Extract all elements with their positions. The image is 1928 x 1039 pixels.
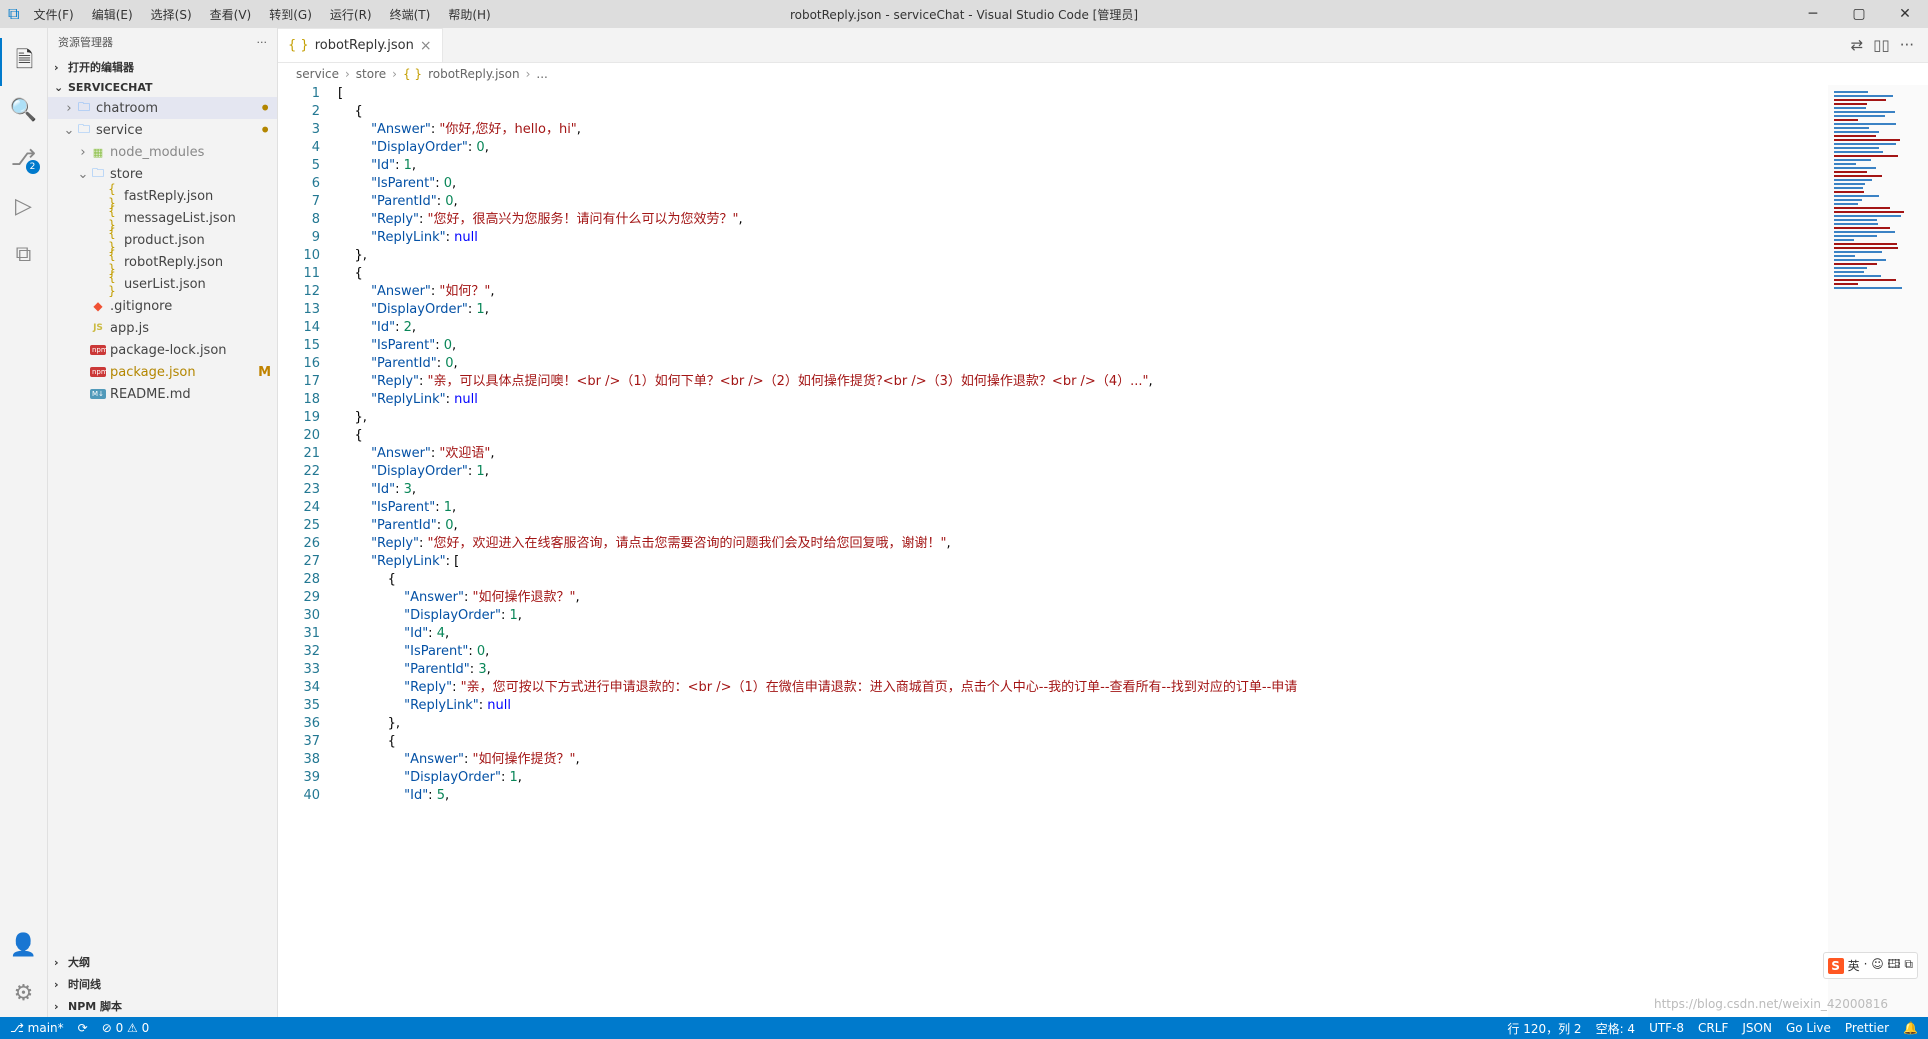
breadcrumb-service[interactable]: service: [296, 67, 339, 81]
modified-flag: M: [258, 365, 271, 380]
npm-scripts-section[interactable]: ›NPM 脚本: [48, 995, 277, 1017]
json-file-icon: { }: [403, 67, 422, 81]
encoding-status[interactable]: UTF-8: [1649, 1021, 1684, 1035]
eol-status[interactable]: CRLF: [1698, 1021, 1728, 1035]
menu-bar: 文件(F)编辑(E)选择(S)查看(V)转到(G)运行(R)终端(T)帮助(H): [25, 3, 498, 26]
minimap[interactable]: [1828, 85, 1928, 1017]
menu-item[interactable]: 文件(F): [25, 3, 81, 26]
file-package[interactable]: npmpackage.jsonM: [48, 361, 277, 383]
timeline-section[interactable]: ›时间线: [48, 973, 277, 995]
cursor-position[interactable]: 行 120，列 2: [1507, 1020, 1581, 1037]
modified-dot-icon: •: [259, 125, 271, 135]
json-file-icon: { }: [288, 38, 309, 53]
file-fastreply[interactable]: { }fastReply.json: [48, 185, 277, 207]
menu-item[interactable]: 转到(G): [261, 3, 320, 26]
file-tree: ›🗀chatroom• ⌄🗀service• ›▦node_modules ⌄🗀…: [48, 97, 277, 951]
tab-label: robotReply.json: [315, 38, 414, 53]
sync-status[interactable]: ⟳: [78, 1021, 88, 1035]
folder-node-modules[interactable]: ›▦node_modules: [48, 141, 277, 163]
vscode-logo-icon: ⧉: [8, 4, 19, 24]
tab-close-icon[interactable]: ×: [420, 38, 432, 54]
tab-robotreply[interactable]: { } robotReply.json ×: [278, 28, 443, 62]
language-status[interactable]: JSON: [1742, 1021, 1772, 1035]
folder-chatroom[interactable]: ›🗀chatroom•: [48, 97, 277, 119]
explorer-icon[interactable]: 🗎: [0, 38, 48, 86]
titlebar: ⧉ 文件(F)编辑(E)选择(S)查看(V)转到(G)运行(R)终端(T)帮助(…: [0, 0, 1928, 28]
ime-indicator[interactable]: S 英 · ☺ 🖽 ⧉: [1823, 952, 1918, 979]
close-button[interactable]: ✕: [1882, 0, 1928, 28]
file-appjs[interactable]: JSapp.js: [48, 317, 277, 339]
menu-item[interactable]: 查看(V): [202, 3, 260, 26]
menu-item[interactable]: 选择(S): [143, 3, 200, 26]
folder-service[interactable]: ⌄🗀service•: [48, 119, 277, 141]
accounts-icon[interactable]: 👤: [0, 921, 48, 969]
settings-gear-icon[interactable]: ⚙: [0, 969, 48, 1017]
split-editor-icon[interactable]: ▯▯: [1873, 36, 1890, 54]
editor-group: { } robotReply.json × ⇄ ▯▯ ··· service› …: [278, 28, 1928, 1017]
window-title: robotReply.json - serviceChat - Visual S…: [790, 6, 1138, 23]
notifications-icon[interactable]: 🔔: [1903, 1021, 1918, 1035]
activity-bar: 🗎 🔍 ⎇2 ▷ ⧉ 👤 ⚙: [0, 28, 48, 1017]
ime-logo-icon: S: [1828, 958, 1844, 974]
code-editor[interactable]: 1234567891011121314151617181920212223242…: [278, 85, 1928, 1017]
window-controls: ─ ▢ ✕: [1790, 0, 1928, 28]
ime-extras: · ☺ 🖽 ⧉: [1864, 955, 1913, 976]
status-bar: ⎇ main* ⟳ ⊘ 0 ⚠ 0 行 120，列 2 空格: 4 UTF-8 …: [0, 1017, 1928, 1039]
file-product[interactable]: { }product.json: [48, 229, 277, 251]
minimize-button[interactable]: ─: [1790, 0, 1836, 28]
problems-status[interactable]: ⊘ 0 ⚠ 0: [102, 1021, 150, 1035]
sidebar: 资源管理器 ··· ›打开的编辑器 ⌄SERVICECHAT ›🗀chatroo…: [48, 28, 278, 1017]
line-gutter: 1234567891011121314151617181920212223242…: [278, 85, 338, 1017]
menu-item[interactable]: 终端(T): [382, 3, 439, 26]
scm-badge: 2: [26, 160, 40, 174]
file-gitignore[interactable]: ◆.gitignore: [48, 295, 277, 317]
sidebar-header: 资源管理器 ···: [48, 28, 277, 56]
sidebar-title: 资源管理器: [58, 34, 113, 50]
source-control-icon[interactable]: ⎇2: [0, 134, 48, 182]
menu-item[interactable]: 帮助(H): [440, 3, 498, 26]
extensions-icon[interactable]: ⧉: [0, 230, 48, 278]
file-robotreply[interactable]: { }robotReply.json: [48, 251, 277, 273]
project-section[interactable]: ⌄SERVICECHAT: [48, 78, 277, 97]
file-messagelist[interactable]: { }messageList.json: [48, 207, 277, 229]
folder-store[interactable]: ⌄🗀store: [48, 163, 277, 185]
maximize-button[interactable]: ▢: [1836, 0, 1882, 28]
run-debug-icon[interactable]: ▷: [0, 182, 48, 230]
outline-section[interactable]: ›大纲: [48, 951, 277, 973]
open-editors-section[interactable]: ›打开的编辑器: [48, 56, 277, 78]
golive-status[interactable]: Go Live: [1786, 1021, 1831, 1035]
tab-actions: ⇄ ▯▯ ···: [1851, 28, 1928, 62]
ime-lang: 英: [1848, 957, 1860, 974]
modified-dot-icon: •: [259, 103, 271, 113]
file-readme[interactable]: M↓README.md: [48, 383, 277, 405]
tab-bar: { } robotReply.json × ⇄ ▯▯ ···: [278, 28, 1928, 63]
menu-item[interactable]: 运行(R): [322, 3, 380, 26]
more-actions-icon[interactable]: ···: [1900, 36, 1914, 54]
prettier-status[interactable]: Prettier: [1845, 1021, 1889, 1035]
file-packagelock[interactable]: npmpackage-lock.json: [48, 339, 277, 361]
sidebar-more-icon[interactable]: ···: [257, 36, 268, 49]
breadcrumb-tail[interactable]: ...: [536, 67, 547, 81]
compare-changes-icon[interactable]: ⇄: [1851, 36, 1864, 54]
breadcrumb-store[interactable]: store: [356, 67, 386, 81]
breadcrumb-file[interactable]: robotReply.json: [428, 67, 520, 81]
branch-status[interactable]: ⎇ main*: [10, 1021, 64, 1035]
code-content[interactable]: [ { "Answer": "你好,您好，hello，hi", "Display…: [338, 85, 1828, 1017]
indent-status[interactable]: 空格: 4: [1596, 1020, 1636, 1037]
file-userlist[interactable]: { }userList.json: [48, 273, 277, 295]
search-icon[interactable]: 🔍: [0, 86, 48, 134]
breadcrumbs[interactable]: service› store› { } robotReply.json› ...: [278, 63, 1928, 85]
menu-item[interactable]: 编辑(E): [84, 3, 141, 26]
